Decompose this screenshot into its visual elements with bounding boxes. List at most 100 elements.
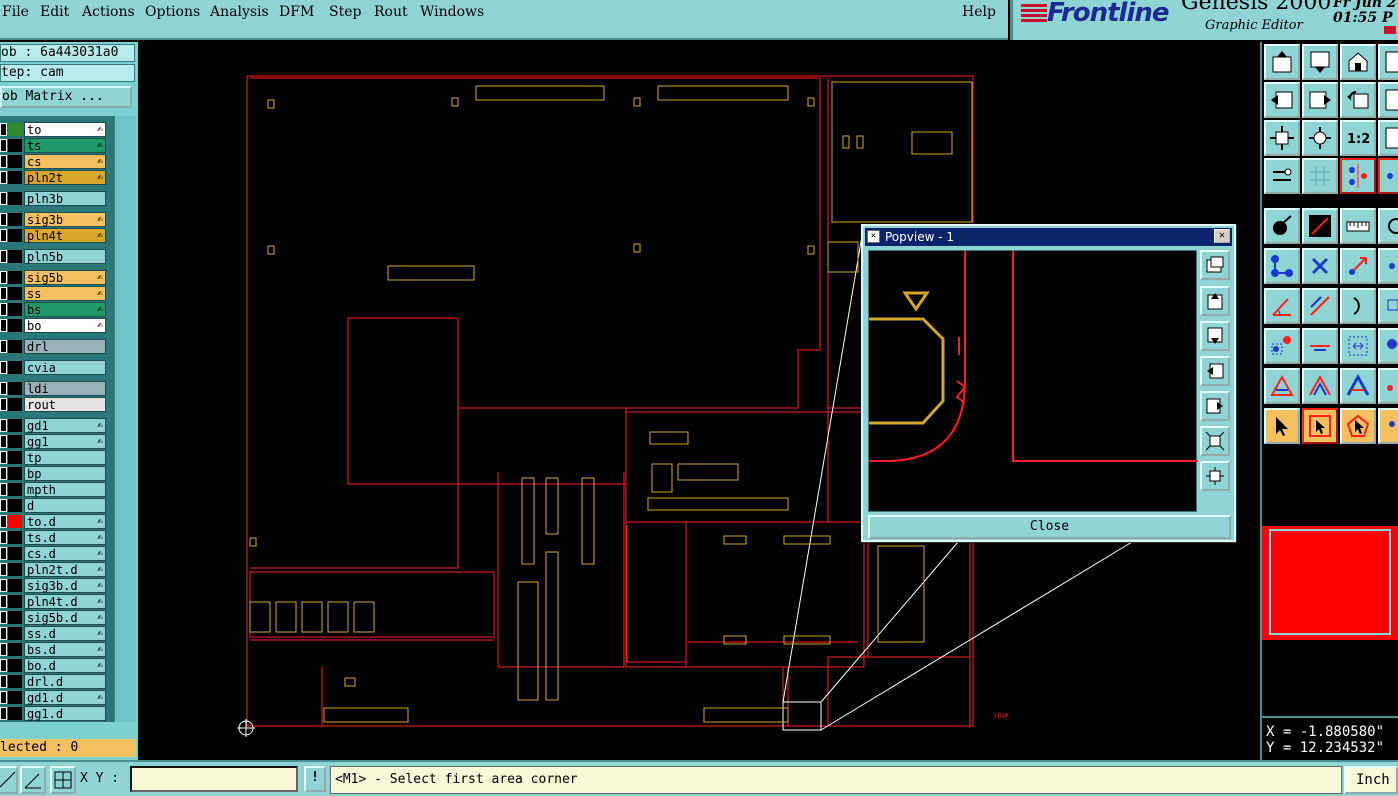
layer-name[interactable]: ts ✍ bbox=[24, 138, 106, 153]
layer-name[interactable]: gg1 ✍ bbox=[24, 434, 106, 449]
layer-row[interactable]: gd1.d ✍ bbox=[0, 690, 114, 705]
layer-checkbox[interactable] bbox=[0, 419, 7, 432]
menu-help[interactable]: Help bbox=[962, 4, 996, 20]
layer-checkbox[interactable] bbox=[0, 229, 7, 242]
layer-name[interactable]: tp bbox=[24, 450, 106, 465]
layer-color-swatch[interactable] bbox=[8, 531, 22, 544]
layer-checkbox[interactable] bbox=[0, 691, 7, 704]
horizontal-tool[interactable] bbox=[1302, 328, 1338, 364]
layer-checkbox[interactable] bbox=[0, 155, 7, 168]
layer-checkbox[interactable] bbox=[0, 643, 7, 656]
grid-tool[interactable] bbox=[1302, 158, 1338, 194]
layer-name[interactable]: cs ✍ bbox=[24, 154, 106, 169]
layer-row[interactable]: ss.d ✍ bbox=[0, 626, 114, 641]
ruler-tool[interactable] bbox=[1340, 208, 1376, 244]
menu-file[interactable]: File bbox=[2, 4, 29, 20]
layer-name[interactable]: bs.d ✍ bbox=[24, 642, 106, 657]
layer-checkbox[interactable] bbox=[0, 595, 7, 608]
popview-viewport[interactable] bbox=[868, 250, 1198, 512]
layer-row[interactable]: gg1 ✍ bbox=[0, 434, 114, 449]
layer-color-swatch[interactable] bbox=[8, 398, 22, 411]
popview-pan-up-button[interactable] bbox=[1200, 286, 1230, 316]
close-window-icon[interactable]: ✕ bbox=[1214, 229, 1230, 243]
popview-zoom-out-button[interactable] bbox=[1200, 461, 1230, 491]
layer-color-swatch[interactable] bbox=[8, 171, 22, 184]
menu-analysis[interactable]: Analysis bbox=[210, 4, 269, 20]
popview-pan-down-button[interactable] bbox=[1200, 321, 1230, 351]
layer-checkbox[interactable] bbox=[0, 361, 7, 374]
layer-checkbox[interactable] bbox=[0, 192, 7, 205]
layer-row[interactable]: cvia bbox=[0, 360, 114, 375]
layer-name[interactable]: rout bbox=[24, 397, 106, 412]
layer-color-swatch[interactable] bbox=[8, 139, 22, 152]
measure-tool[interactable] bbox=[1264, 158, 1300, 194]
layer-checkbox[interactable] bbox=[0, 515, 7, 528]
layer-checkbox[interactable] bbox=[0, 611, 7, 624]
layer-color-swatch[interactable] bbox=[8, 213, 22, 226]
layer-color-swatch[interactable] bbox=[8, 361, 22, 374]
layer-name[interactable]: drl bbox=[24, 339, 106, 354]
layer-name[interactable]: pln2t ✍ bbox=[24, 170, 106, 185]
layer-name[interactable]: gd1.d ✍ bbox=[24, 690, 106, 705]
layer-color-swatch[interactable] bbox=[8, 192, 22, 205]
layer-color-swatch[interactable] bbox=[8, 303, 22, 316]
layer-row[interactable]: mpth bbox=[0, 482, 114, 497]
layer-color-swatch[interactable] bbox=[8, 419, 22, 432]
peak-tool[interactable] bbox=[1302, 368, 1338, 404]
menu-step[interactable]: Step bbox=[329, 4, 361, 20]
zoom-center-tool[interactable] bbox=[1302, 120, 1338, 156]
layer-row[interactable]: pln3b bbox=[0, 191, 114, 206]
layer-checkbox[interactable] bbox=[0, 563, 7, 576]
layer-color-swatch[interactable] bbox=[8, 287, 22, 300]
layer-color-swatch[interactable] bbox=[8, 659, 22, 672]
units-toggle[interactable]: Inch bbox=[1344, 766, 1398, 794]
layer-row[interactable]: cs.d ✍ bbox=[0, 546, 114, 561]
layer-checkbox[interactable] bbox=[0, 398, 7, 411]
select-tool[interactable] bbox=[1264, 408, 1300, 444]
menu-rout[interactable]: Rout bbox=[374, 4, 408, 20]
menu-dfm[interactable]: DFM bbox=[279, 4, 314, 20]
snap-tool[interactable] bbox=[1340, 158, 1376, 194]
layer-checkbox[interactable] bbox=[0, 319, 7, 332]
layer-name[interactable]: sig5b ✍ bbox=[24, 270, 106, 285]
layer-row[interactable]: pln2t.d ✍ bbox=[0, 562, 114, 577]
tool-2-4[interactable] bbox=[1378, 82, 1398, 118]
layer-name[interactable]: gg1.d bbox=[24, 706, 106, 721]
snap-grid-button[interactable] bbox=[50, 766, 76, 794]
board-preview-thumbnail[interactable] bbox=[1262, 526, 1398, 640]
layer-color-swatch[interactable] bbox=[8, 319, 22, 332]
popview-close-button[interactable]: Close bbox=[868, 515, 1231, 539]
angle-tool[interactable] bbox=[1264, 288, 1300, 324]
angle-measure-button[interactable] bbox=[20, 766, 46, 794]
layer-row[interactable]: ts ✍ bbox=[0, 138, 114, 153]
layer-color-swatch[interactable] bbox=[8, 123, 22, 136]
menu-windows[interactable]: Windows bbox=[420, 4, 484, 20]
layer-color-swatch[interactable] bbox=[8, 155, 22, 168]
layer-row[interactable]: drl.d bbox=[0, 674, 114, 689]
layer-checkbox[interactable] bbox=[0, 123, 7, 136]
layer-name[interactable]: d bbox=[24, 498, 106, 513]
layer-row[interactable]: sig5b.d ✍ bbox=[0, 610, 114, 625]
layer-color-swatch[interactable] bbox=[8, 579, 22, 592]
layer-color-swatch[interactable] bbox=[8, 627, 22, 640]
select-polygon-tool[interactable] bbox=[1340, 408, 1376, 444]
triangle-tool[interactable] bbox=[1264, 368, 1300, 404]
popview-zoom-in-button[interactable] bbox=[1200, 426, 1230, 456]
layer-checkbox[interactable] bbox=[0, 579, 7, 592]
layer-color-swatch[interactable] bbox=[8, 451, 22, 464]
tool-4-4[interactable] bbox=[1378, 158, 1398, 194]
layer-row[interactable]: gd1 ✍ bbox=[0, 418, 114, 433]
layer-color-swatch[interactable] bbox=[8, 611, 22, 624]
xy-input[interactable] bbox=[130, 766, 298, 792]
layer-color-swatch[interactable] bbox=[8, 467, 22, 480]
layer-name[interactable]: bs ✍ bbox=[24, 302, 106, 317]
layer-name[interactable]: sig3b ✍ bbox=[24, 212, 106, 227]
layer-name[interactable]: bo ✍ bbox=[24, 318, 106, 333]
tool-1-4[interactable] bbox=[1378, 44, 1398, 80]
layer-row[interactable]: bs ✍ bbox=[0, 302, 114, 317]
layer-row[interactable]: ss ✍ bbox=[0, 286, 114, 301]
layer-color-swatch[interactable] bbox=[8, 547, 22, 560]
layer-checkbox[interactable] bbox=[0, 707, 7, 720]
popview-pan-left-button[interactable] bbox=[1200, 356, 1230, 386]
layer-row[interactable]: bs.d ✍ bbox=[0, 642, 114, 657]
